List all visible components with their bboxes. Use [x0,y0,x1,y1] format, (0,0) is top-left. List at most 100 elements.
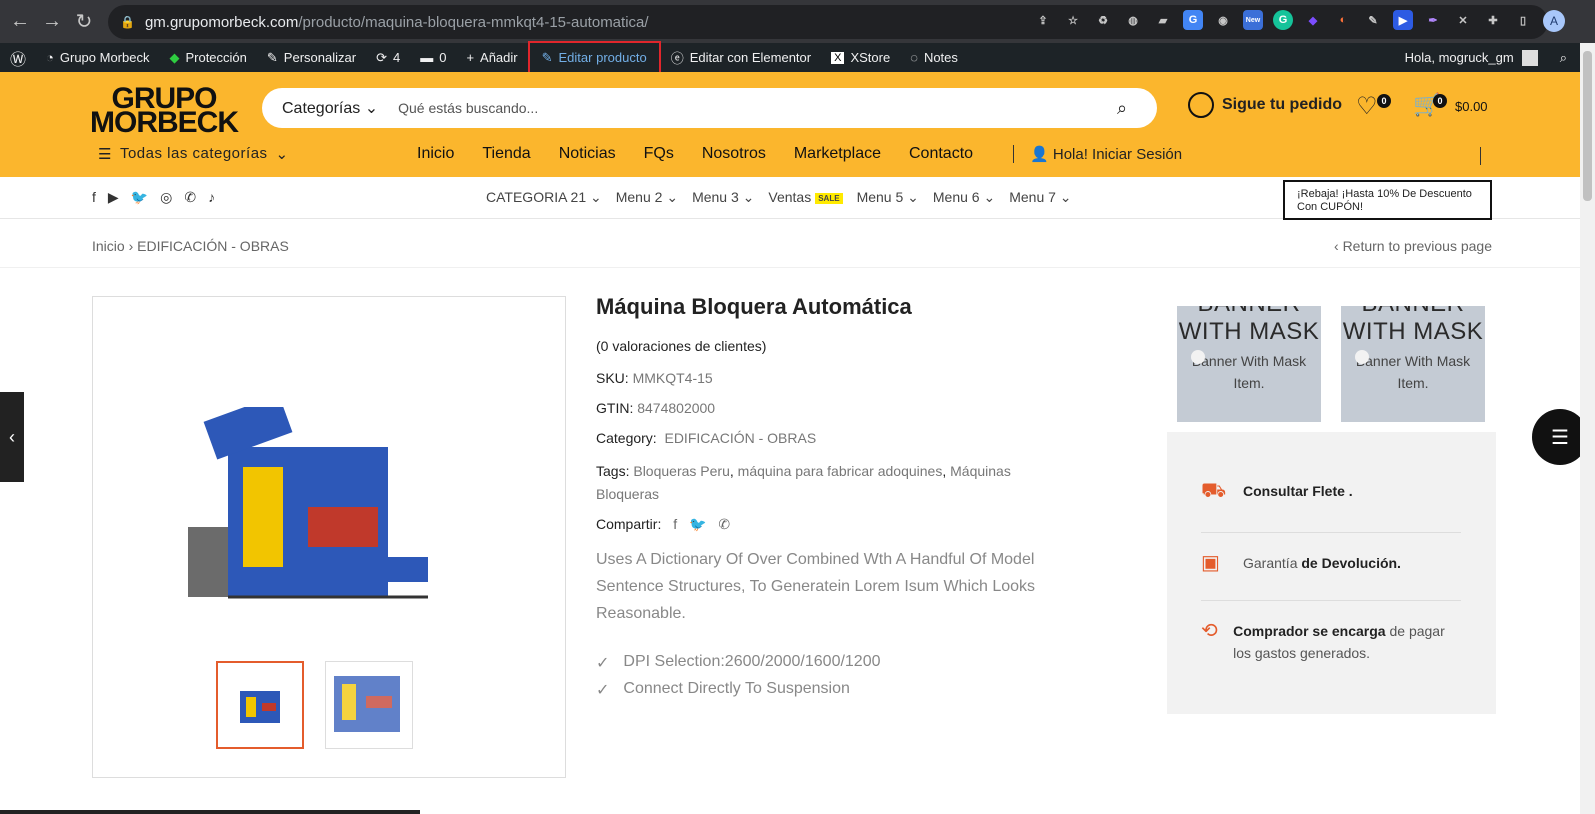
wpbar-elementor[interactable]: ⓔ Editar con Elementor [661,43,821,72]
chevron-left-icon[interactable]: ‹ [0,392,24,482]
camera-icon[interactable]: ◉ [1213,10,1233,30]
wpbar-site[interactable]: ◔ Grupo Morbeck [36,43,159,72]
twitter-icon[interactable]: 🐦 [689,516,706,532]
puzzle-icon[interactable]: ✚ [1483,10,1503,30]
nav-marketplace[interactable]: Marketplace [794,145,881,163]
product-image[interactable] [188,407,433,627]
recycle-icon[interactable]: ♻ [1093,10,1113,30]
breadcrumb-home[interactable]: Inicio [92,238,125,254]
video-icon[interactable]: ▶ [1393,10,1413,30]
menu-label: Menu 6 [932,189,980,205]
product-description: Uses A Dictionary Of Over Combined Wth A… [596,551,1036,622]
login-link[interactable]: 👤 Hola! Iniciar Sesión [1013,145,1182,163]
product-gallery [92,296,566,778]
nav-fqs[interactable]: FQs [644,145,674,163]
sale-badge: SALE [815,192,843,204]
feather-icon[interactable]: ✒ [1423,10,1443,30]
nav-inicio[interactable]: Inicio [417,145,454,163]
translate-icon[interactable]: G [1183,10,1203,30]
wpbar-comments[interactable]: ▬ 0 [410,43,456,72]
menu-5[interactable]: Menu 5 ⌄ [857,189,919,206]
share-icon[interactable]: ⇪ [1033,10,1053,30]
notes-icon: ◌ [910,50,918,65]
return-previous-page[interactable]: ‹ Return to previous page [1334,238,1492,254]
menu-categoria-21[interactable]: CATEGORIA 21 ⌄ [486,189,602,206]
menu-3[interactable]: Menu 3 ⌄ [692,189,754,206]
grammarly-icon[interactable]: G [1273,10,1293,30]
facebook-icon[interactable]: f [673,516,677,532]
track-order[interactable]: Sigue tu pedido [1188,92,1342,118]
menu-2[interactable]: Menu 2 ⌄ [616,189,678,206]
clock-icon [1188,92,1214,118]
wpbar-site-label: Grupo Morbeck [59,50,150,65]
search-input[interactable] [398,100,1117,116]
scrollbar[interactable] [1580,43,1595,814]
search-icon[interactable]: ⌕ [1117,98,1157,119]
comment-icon: ▬ [420,50,434,65]
feature-label: DPI Selection:2600/2000/1600/1200 [623,653,881,670]
nav-tienda[interactable]: Tienda [482,145,530,163]
wpbar-protection[interactable]: ◆ Protección [159,43,256,72]
wpbar-customize[interactable]: ✎ Personalizar [257,43,366,72]
pencil-icon: ✎ [541,49,553,65]
reviews-link[interactable]: (0 valoraciones de clientes) [596,338,766,354]
nav-nosotros[interactable]: Nosotros [702,145,766,163]
tag-link[interactable]: máquina para fabricar adoquines [738,463,943,479]
banner-with-mask[interactable]: BANNER WITH MASK Banner With Mask Item. [1341,306,1485,422]
shipping-info-box: ⛟ Consultar Flete . ▣ Garantía de Devolu… [1167,432,1496,714]
wpbar-notes-label: Notes [923,50,958,65]
tag-link[interactable]: Bloqueras Peru [633,463,730,479]
wpbar-add-label: Añadir [480,50,518,65]
firefox-icon[interactable]: ◐ [1333,10,1353,30]
banner-title: BANNER WITH MASK [1178,306,1320,345]
disabled-extension-icon[interactable]: ✕ [1453,10,1473,30]
search-icon[interactable]: ⌕ [1560,50,1567,66]
sku-value: MMKQT4-15 [632,370,713,386]
scrollbar-thumb[interactable] [1583,51,1592,201]
stamp-icon[interactable]: ▰ [1153,10,1173,30]
all-categories-menu[interactable]: ☰ Todas las categorías ⌄ [98,145,289,163]
nav-noticias[interactable]: Noticias [559,145,616,163]
forward-arrow-icon[interactable]: → [36,6,68,38]
news-icon[interactable]: New [1243,10,1263,30]
wpbar-elementor-label: Editar con Elementor [689,50,812,65]
twitter-icon[interactable]: 🐦 [131,189,148,206]
wpbar-add[interactable]: + Añadir [456,43,527,72]
search-category-select[interactable]: Categorías ⌄ [262,98,398,118]
star-icon[interactable]: ☆ [1063,10,1083,30]
facebook-icon[interactable]: f [92,189,96,206]
sku-label: SKU: [596,370,629,386]
diamond-icon[interactable]: ◆ [1303,10,1323,30]
instagram-icon[interactable]: ◎ [160,189,172,206]
wpbar-xstore[interactable]: X XStore [821,43,900,72]
back-arrow-icon[interactable]: ← [4,6,36,38]
youtube-icon[interactable]: ▶ [108,189,119,206]
wpbar-account[interactable]: Hola, mogruck_gm ⌕ [1405,43,1567,72]
thumbnail-2[interactable] [325,661,413,749]
tiktok-icon[interactable]: ♪ [208,189,215,206]
wishlist-heart-icon[interactable]: ♡ [1356,92,1378,121]
promo-banner[interactable]: ¡Rebaja! ¡Hasta 10% De Descuento Con CUP… [1283,180,1492,220]
wpbar-edit-product[interactable]: ✎ Editar producto [527,40,661,75]
site-logo[interactable]: GRUPO MORBECK [90,84,239,138]
profile-avatar[interactable]: A [1543,10,1565,32]
wordpress-logo-icon[interactable]: Ⓦ [0,43,36,72]
menu-6[interactable]: Menu 6 ⌄ [933,189,995,206]
pen-icon[interactable]: ✎ [1363,10,1383,30]
thumbnail-1[interactable] [216,661,304,749]
wpbar-notes[interactable]: ◌ Notes [900,43,968,72]
sidepanel-icon[interactable]: ▯ [1513,10,1533,30]
whatsapp-icon[interactable]: ✆ [718,516,730,532]
reload-icon[interactable]: ↻ [68,6,100,38]
nav-contacto[interactable]: Contacto [909,145,973,163]
menu-7[interactable]: Menu 7 ⌄ [1009,189,1071,206]
feature-label: Connect Directly To Suspension [623,680,850,697]
globe-icon[interactable]: ◍ [1123,10,1143,30]
whatsapp-icon[interactable]: ✆ [184,189,196,206]
banner-with-mask[interactable]: BANNER WITH MASK Banner With Mask Item. [1177,306,1321,422]
category-link[interactable]: EDIFICACIÓN - OBRAS [664,430,816,446]
feature-item: ✓ DPI Selection:2600/2000/1600/1200 [596,653,881,673]
wpbar-updates[interactable]: ⟳ 4 [366,43,410,72]
menu-ventas[interactable]: Ventas SALE [768,189,843,206]
breadcrumb-category[interactable]: EDIFICACIÓN - OBRAS [137,238,289,254]
